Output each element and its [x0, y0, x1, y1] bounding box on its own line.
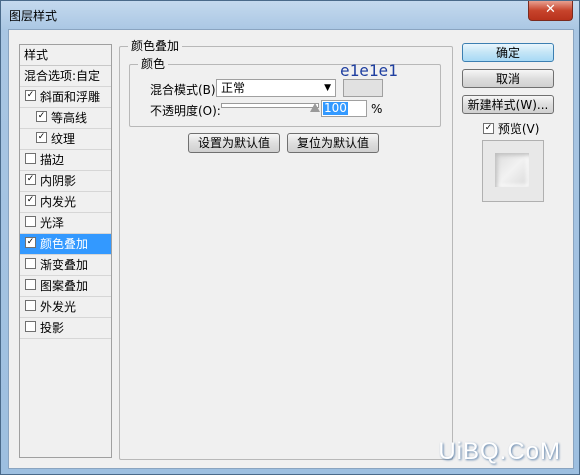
- color-group-title: 颜色: [138, 57, 169, 71]
- ok-button[interactable]: 确定: [462, 43, 554, 62]
- style-list-item[interactable]: 光泽: [20, 213, 111, 234]
- blend-mode-value: 正常: [221, 81, 246, 95]
- style-checkbox[interactable]: ✓: [25, 90, 36, 101]
- preview-swatch: [495, 153, 529, 187]
- style-checkbox[interactable]: ✓: [25, 174, 36, 185]
- style-list-item[interactable]: ✓ 纹理: [20, 129, 111, 150]
- style-item-label: 描边: [40, 153, 65, 167]
- opacity-value: 100: [323, 101, 348, 115]
- style-item-label: 内发光: [40, 195, 77, 209]
- style-item-label: 外发光: [40, 300, 77, 314]
- color-overlay-title: 颜色叠加: [128, 39, 183, 53]
- style-item-label: 投影: [40, 321, 65, 335]
- reset-default-button[interactable]: 复位为默认值: [287, 133, 379, 153]
- opacity-input[interactable]: 100: [321, 100, 367, 117]
- style-list-item[interactable]: 渐变叠加: [20, 255, 111, 276]
- style-list-item[interactable]: ✓ 斜面和浮雕: [20, 87, 111, 108]
- close-icon: ✕: [545, 2, 556, 17]
- style-checkbox[interactable]: [25, 300, 36, 311]
- style-checkbox[interactable]: [25, 279, 36, 290]
- layer-style-dialog: 图层样式 ✕ 样式 混合选项:自定 ✓ 斜面和浮雕 ✓ 等高线 ✓ 纹理描边 ✓ 内阴影 ✓ 内发…: [0, 0, 580, 475]
- make-default-button[interactable]: 设置为默认值: [188, 133, 280, 153]
- style-list-item[interactable]: ✓ 内阴影: [20, 171, 111, 192]
- style-item-label: 斜面和浮雕: [40, 90, 101, 104]
- style-checkbox[interactable]: ✓: [36, 132, 47, 143]
- preview-label: 预览(V): [497, 122, 540, 136]
- title-bar[interactable]: 图层样式 ✕: [1, 1, 579, 27]
- style-list-item[interactable]: 外发光: [20, 297, 111, 318]
- style-list-item[interactable]: 图案叠加: [20, 276, 111, 297]
- blend-mode-label: 混合模式(B):: [150, 83, 220, 97]
- dropdown-arrow-icon: ▼: [324, 83, 331, 93]
- dialog-client-area: 样式 混合选项:自定 ✓ 斜面和浮雕 ✓ 等高线 ✓ 纹理描边 ✓ 内阴影 ✓ 内发光光泽 ✓ 颜色叠…: [8, 29, 574, 469]
- window-title: 图层样式: [9, 9, 58, 23]
- style-list-item[interactable]: 描边: [20, 150, 111, 171]
- watermark: UiBQ.CoM: [438, 438, 561, 465]
- style-checkbox[interactable]: ✓: [36, 111, 47, 122]
- style-list: 样式 混合选项:自定 ✓ 斜面和浮雕 ✓ 等高线 ✓ 纹理描边 ✓ 内阴影 ✓ 内发光光泽 ✓ 颜色叠…: [19, 44, 112, 458]
- style-item-label: 颜色叠加: [40, 237, 89, 251]
- style-item-label: 光泽: [40, 216, 65, 230]
- style-item-label: 纹理: [51, 132, 76, 146]
- blend-options-item[interactable]: 混合选项:自定: [20, 66, 111, 87]
- cancel-button[interactable]: 取消: [462, 69, 554, 88]
- preview-checkbox[interactable]: ✓: [483, 123, 494, 134]
- style-checkbox[interactable]: [25, 153, 36, 164]
- style-checkbox[interactable]: [25, 216, 36, 227]
- overlay-color-swatch[interactable]: [343, 79, 383, 97]
- blend-mode-select[interactable]: 正常 ▼: [216, 79, 336, 97]
- style-list-header[interactable]: 样式: [20, 45, 111, 66]
- style-item-label: 渐变叠加: [40, 258, 89, 272]
- hex-color-annotation: e1e1e1: [340, 61, 398, 80]
- close-button[interactable]: ✕: [528, 1, 573, 21]
- style-list-item[interactable]: ✓ 颜色叠加: [20, 234, 111, 255]
- new-style-button[interactable]: 新建样式(W)...: [462, 95, 554, 114]
- opacity-slider[interactable]: [221, 103, 319, 108]
- preview-checkbox-row[interactable]: ✓ 预览(V): [483, 120, 539, 137]
- style-checkbox[interactable]: ✓: [25, 195, 36, 206]
- style-preview-thumbnail: [482, 140, 544, 202]
- opacity-label: 不透明度(O):: [150, 104, 221, 118]
- percent-sign: %: [371, 102, 383, 116]
- style-item-label: 内阴影: [40, 174, 77, 188]
- style-list-item[interactable]: ✓ 内发光: [20, 192, 111, 213]
- style-list-item[interactable]: ✓ 等高线: [20, 108, 111, 129]
- style-item-label: 图案叠加: [40, 279, 89, 293]
- opacity-slider-thumb[interactable]: [310, 103, 320, 112]
- style-list-item[interactable]: 投影: [20, 318, 111, 339]
- style-checkbox[interactable]: [25, 321, 36, 332]
- style-checkbox[interactable]: ✓: [25, 237, 36, 248]
- style-checkbox[interactable]: [25, 258, 36, 269]
- style-item-label: 等高线: [51, 111, 88, 125]
